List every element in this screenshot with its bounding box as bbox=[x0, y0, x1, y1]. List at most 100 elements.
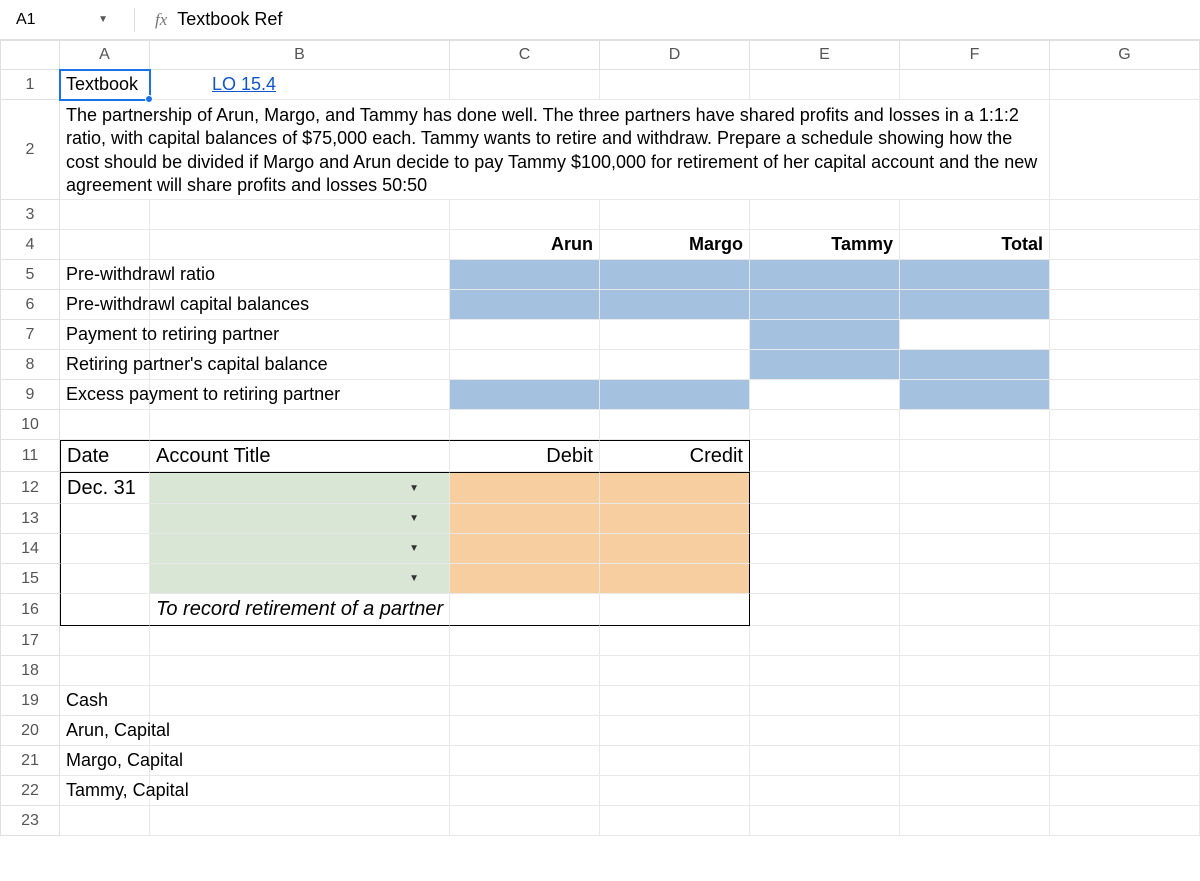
cell-D8[interactable] bbox=[600, 350, 750, 380]
cell-B18[interactable] bbox=[150, 656, 450, 686]
cell-B15-dropdown[interactable]: ▼ bbox=[150, 564, 450, 594]
cell-G18[interactable] bbox=[1050, 656, 1200, 686]
cell-B20[interactable] bbox=[150, 716, 450, 746]
cell-F15[interactable] bbox=[900, 564, 1050, 594]
cell-F14[interactable] bbox=[900, 534, 1050, 564]
cell-E18[interactable] bbox=[750, 656, 900, 686]
cell-G20[interactable] bbox=[1050, 716, 1200, 746]
cell-E10[interactable] bbox=[750, 410, 900, 440]
row-header-5[interactable]: 5 bbox=[0, 260, 60, 290]
cell-D1[interactable] bbox=[600, 70, 750, 100]
cell-A7[interactable]: Payment to retiring partner bbox=[60, 320, 150, 350]
name-box[interactable]: A1 ▼ bbox=[6, 5, 114, 35]
row-header-7[interactable]: 7 bbox=[0, 320, 60, 350]
col-header-F[interactable]: F bbox=[900, 40, 1050, 70]
cell-F18[interactable] bbox=[900, 656, 1050, 686]
cell-E19[interactable] bbox=[750, 686, 900, 716]
cell-C6[interactable] bbox=[450, 290, 600, 320]
cell-G14[interactable] bbox=[1050, 534, 1200, 564]
cell-E4[interactable]: Tammy bbox=[750, 230, 900, 260]
cell-G16[interactable] bbox=[1050, 594, 1200, 626]
cell-D4[interactable]: Margo bbox=[600, 230, 750, 260]
cell-C13[interactable] bbox=[450, 504, 600, 534]
cell-F11[interactable] bbox=[900, 440, 1050, 472]
cell-G15[interactable] bbox=[1050, 564, 1200, 594]
cell-C23[interactable] bbox=[450, 806, 600, 836]
cell-C15[interactable] bbox=[450, 564, 600, 594]
row-header-13[interactable]: 13 bbox=[0, 504, 60, 534]
cell-C18[interactable] bbox=[450, 656, 600, 686]
cell-E11[interactable] bbox=[750, 440, 900, 472]
cell-A4[interactable] bbox=[60, 230, 150, 260]
cell-C16[interactable] bbox=[450, 594, 600, 626]
cell-D3[interactable] bbox=[600, 200, 750, 230]
cell-C10[interactable] bbox=[450, 410, 600, 440]
row-header-17[interactable]: 17 bbox=[0, 626, 60, 656]
cell-B16[interactable]: To record retirement of a partner bbox=[150, 594, 450, 626]
row-header-23[interactable]: 23 bbox=[0, 806, 60, 836]
cell-A15[interactable] bbox=[60, 564, 150, 594]
cell-G22[interactable] bbox=[1050, 776, 1200, 806]
row-header-21[interactable]: 21 bbox=[0, 746, 60, 776]
cell-E15[interactable] bbox=[750, 564, 900, 594]
cell-F16[interactable] bbox=[900, 594, 1050, 626]
cell-D21[interactable] bbox=[600, 746, 750, 776]
cell-C14[interactable] bbox=[450, 534, 600, 564]
cell-B12-dropdown[interactable]: ▼ bbox=[150, 472, 450, 504]
cell-F6[interactable] bbox=[900, 290, 1050, 320]
cell-A1[interactable]: Textbook bbox=[60, 70, 150, 100]
cell-A10[interactable] bbox=[60, 410, 150, 440]
cell-D22[interactable] bbox=[600, 776, 750, 806]
select-all-corner[interactable] bbox=[0, 40, 60, 70]
cell-F17[interactable] bbox=[900, 626, 1050, 656]
cell-B17[interactable] bbox=[150, 626, 450, 656]
cell-A5[interactable]: Pre-withdrawl ratio bbox=[60, 260, 150, 290]
cell-A14[interactable] bbox=[60, 534, 150, 564]
row-header-15[interactable]: 15 bbox=[0, 564, 60, 594]
cell-G4[interactable] bbox=[1050, 230, 1200, 260]
cell-D19[interactable] bbox=[600, 686, 750, 716]
cell-F8[interactable] bbox=[900, 350, 1050, 380]
cell-C9[interactable] bbox=[450, 380, 600, 410]
row-header-3[interactable]: 3 bbox=[0, 200, 60, 230]
cell-D14[interactable] bbox=[600, 534, 750, 564]
cell-F13[interactable] bbox=[900, 504, 1050, 534]
cell-A11[interactable]: Date bbox=[60, 440, 150, 472]
cell-B4[interactable] bbox=[150, 230, 450, 260]
cell-E17[interactable] bbox=[750, 626, 900, 656]
cell-A19[interactable]: Cash bbox=[60, 686, 150, 716]
cell-A20[interactable]: Arun, Capital bbox=[60, 716, 150, 746]
selection-handle[interactable] bbox=[145, 95, 153, 103]
cell-D18[interactable] bbox=[600, 656, 750, 686]
row-header-16[interactable]: 16 bbox=[0, 594, 60, 626]
row-header-4[interactable]: 4 bbox=[0, 230, 60, 260]
cell-E23[interactable] bbox=[750, 806, 900, 836]
cell-D6[interactable] bbox=[600, 290, 750, 320]
row-header-12[interactable]: 12 bbox=[0, 472, 60, 504]
col-header-D[interactable]: D bbox=[600, 40, 750, 70]
cell-C19[interactable] bbox=[450, 686, 600, 716]
cell-F20[interactable] bbox=[900, 716, 1050, 746]
cell-D11[interactable]: Credit bbox=[600, 440, 750, 472]
cell-D7[interactable] bbox=[600, 320, 750, 350]
cell-E7[interactable] bbox=[750, 320, 900, 350]
cell-G6[interactable] bbox=[1050, 290, 1200, 320]
cell-A18[interactable] bbox=[60, 656, 150, 686]
row-header-11[interactable]: 11 bbox=[0, 440, 60, 472]
col-header-B[interactable]: B bbox=[150, 40, 450, 70]
cell-A17[interactable] bbox=[60, 626, 150, 656]
cell-F9[interactable] bbox=[900, 380, 1050, 410]
cell-C4[interactable]: Arun bbox=[450, 230, 600, 260]
cell-E1[interactable] bbox=[750, 70, 900, 100]
cell-A13[interactable] bbox=[60, 504, 150, 534]
cell-E13[interactable] bbox=[750, 504, 900, 534]
cell-D15[interactable] bbox=[600, 564, 750, 594]
cell-B11[interactable]: Account Title bbox=[150, 440, 450, 472]
cell-F19[interactable] bbox=[900, 686, 1050, 716]
cell-D10[interactable] bbox=[600, 410, 750, 440]
cell-A3[interactable] bbox=[60, 200, 150, 230]
cell-E5[interactable] bbox=[750, 260, 900, 290]
cell-G2[interactable] bbox=[1050, 100, 1200, 200]
col-header-G[interactable]: G bbox=[1050, 40, 1200, 70]
cell-F3[interactable] bbox=[900, 200, 1050, 230]
